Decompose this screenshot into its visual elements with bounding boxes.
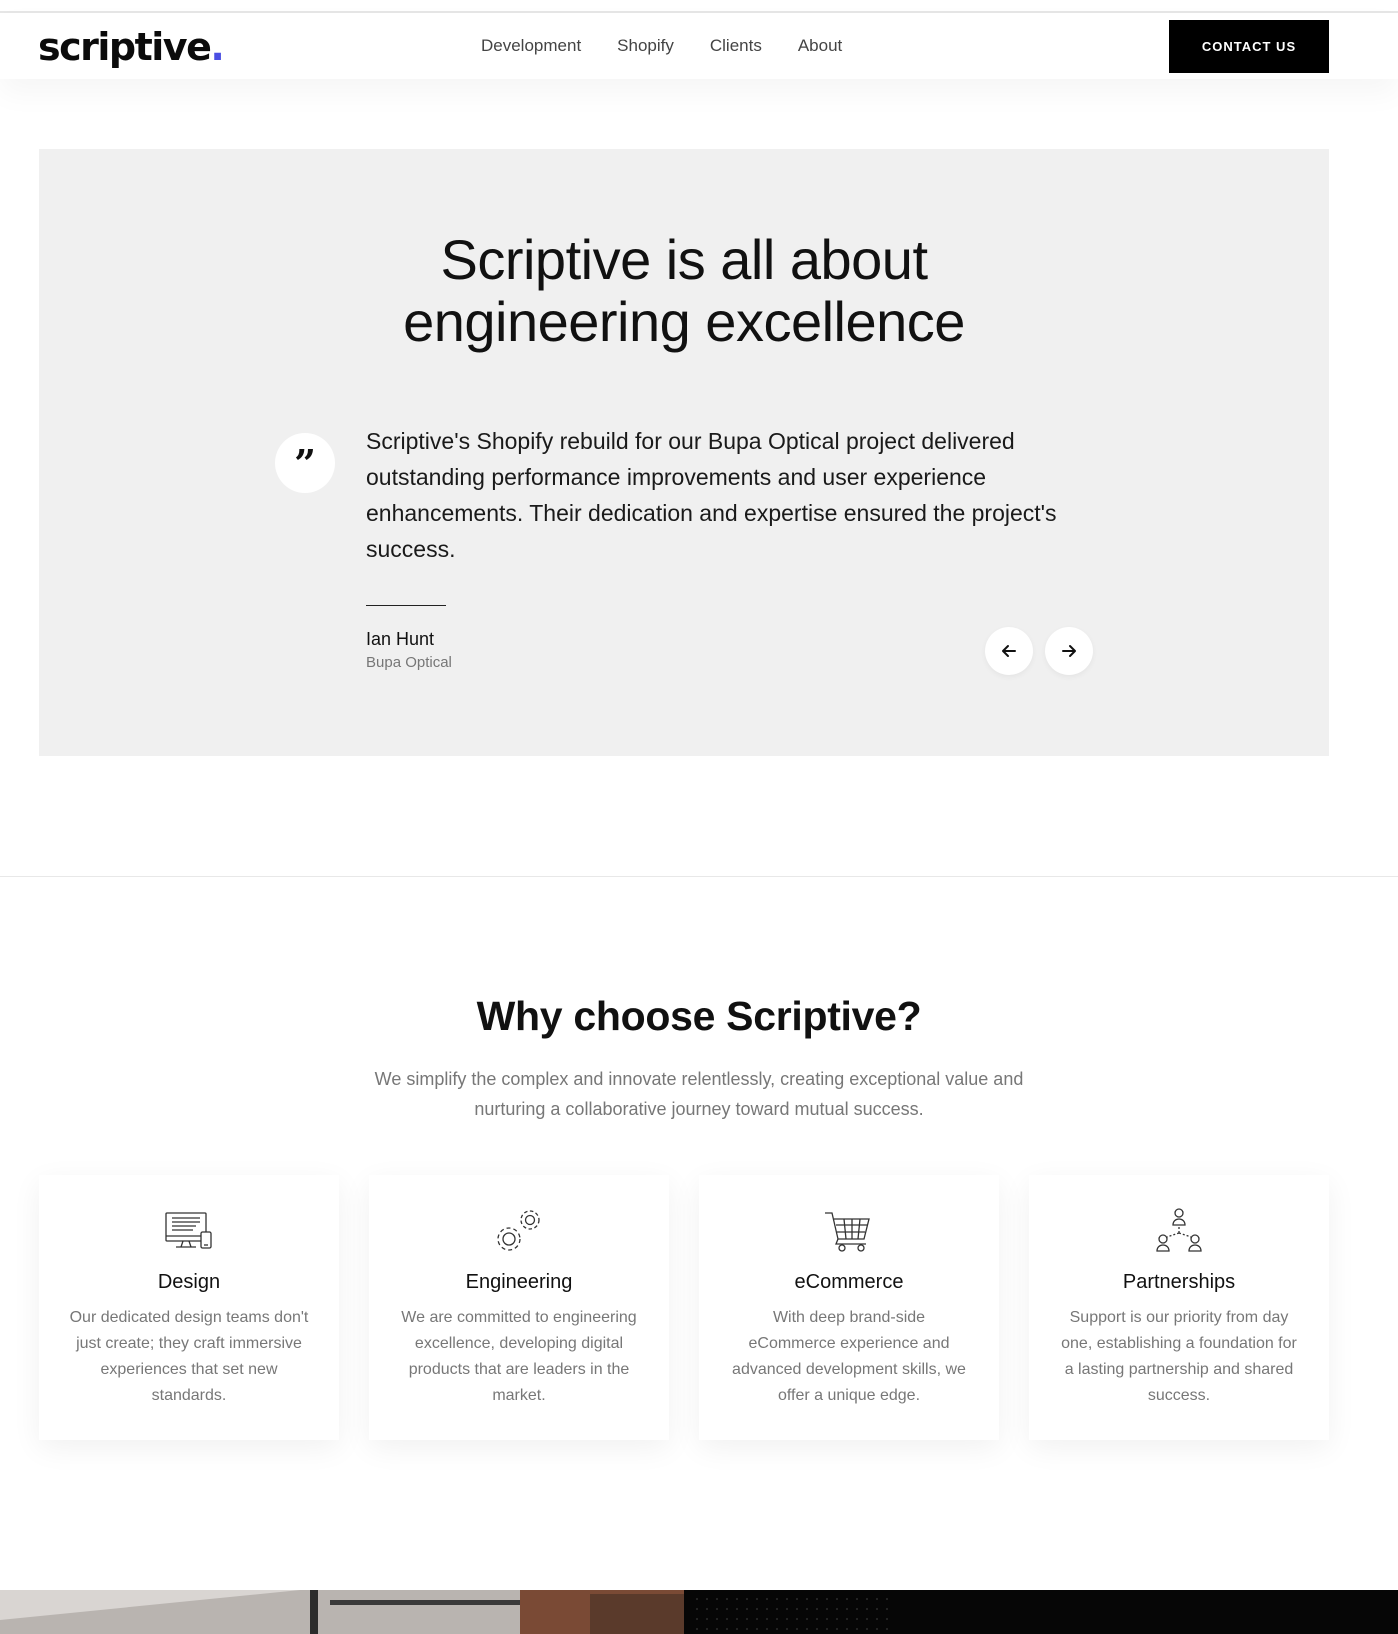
why-heading: Why choose Scriptive?: [476, 993, 922, 1039]
nav-development[interactable]: Development: [481, 36, 581, 56]
card-title: Design: [157, 1271, 221, 1293]
main-nav: Development Shopify Clients About: [481, 13, 842, 79]
dot-pattern: [692, 1594, 892, 1634]
arrow-left-icon: [1002, 645, 1016, 657]
gears-icon: [497, 1210, 540, 1251]
nav-clients[interactable]: Clients: [710, 36, 762, 56]
card-title: Engineering: [465, 1271, 573, 1293]
testimonial-heading-line1: Scriptive is all about: [440, 228, 928, 291]
bottom-dark-panel: [684, 1590, 1398, 1634]
card-description: With deep brand-side eCommerce experienc…: [732, 1309, 966, 1404]
nav-about[interactable]: About: [798, 36, 842, 56]
testimonial-heading: Scriptive is all about engineering excel…: [39, 229, 1329, 353]
card-description: Support is our priority from day one, es…: [1061, 1309, 1297, 1404]
testimonial-quote: Scriptive's Shopify rebuild for our Bupa…: [366, 428, 1057, 562]
people-network-icon: [1156, 1208, 1202, 1252]
card-design: Design Our dedicated design teams don't …: [39, 1175, 339, 1440]
desktop-mobile-icon: [165, 1212, 212, 1249]
feature-cards: Design Our dedicated design teams don't …: [39, 1175, 1329, 1440]
office-photo-image: [0, 1590, 684, 1634]
author-name: Ian Hunt: [366, 629, 435, 649]
card-ecommerce: eCommerce With deep brand-side eCommerce…: [699, 1175, 999, 1440]
nav-shopify[interactable]: Shopify: [617, 36, 674, 56]
card-partnerships: Partnerships Support is our priority fro…: [1029, 1175, 1329, 1440]
next-testimonial-button[interactable]: [1045, 627, 1093, 675]
card-description: We are committed to engineering excellen…: [401, 1309, 637, 1404]
contact-us-button[interactable]: CONTACT US: [1169, 20, 1329, 73]
testimonial-heading-line2: engineering excellence: [403, 290, 965, 353]
prev-testimonial-button[interactable]: [985, 627, 1033, 675]
quote-icon: ”: [275, 433, 335, 493]
author-company: Bupa Optical: [366, 654, 452, 671]
shopping-cart-icon: [825, 1212, 870, 1252]
logo-dot: .: [210, 25, 224, 69]
logo-text: scriptive: [38, 25, 212, 69]
top-border: [0, 0, 1398, 13]
author-divider: [366, 605, 446, 606]
card-title: eCommerce: [794, 1271, 904, 1293]
testimonial-section: Scriptive is all about engineering excel…: [39, 149, 1329, 756]
why-subtitle: We simplify the complex and innovate rel…: [374, 1069, 1024, 1119]
card-title: Partnerships: [1122, 1271, 1236, 1293]
site-header: scriptive. Development Shopify Clients A…: [0, 13, 1398, 79]
card-engineering: Engineering We are committed to engineer…: [369, 1175, 669, 1440]
section-divider: [0, 876, 1398, 877]
arrow-right-icon: [1062, 645, 1076, 657]
card-description: Our dedicated design teams don't just cr…: [69, 1309, 309, 1404]
bottom-photo: [0, 1590, 684, 1634]
logo[interactable]: scriptive.: [38, 25, 225, 69]
